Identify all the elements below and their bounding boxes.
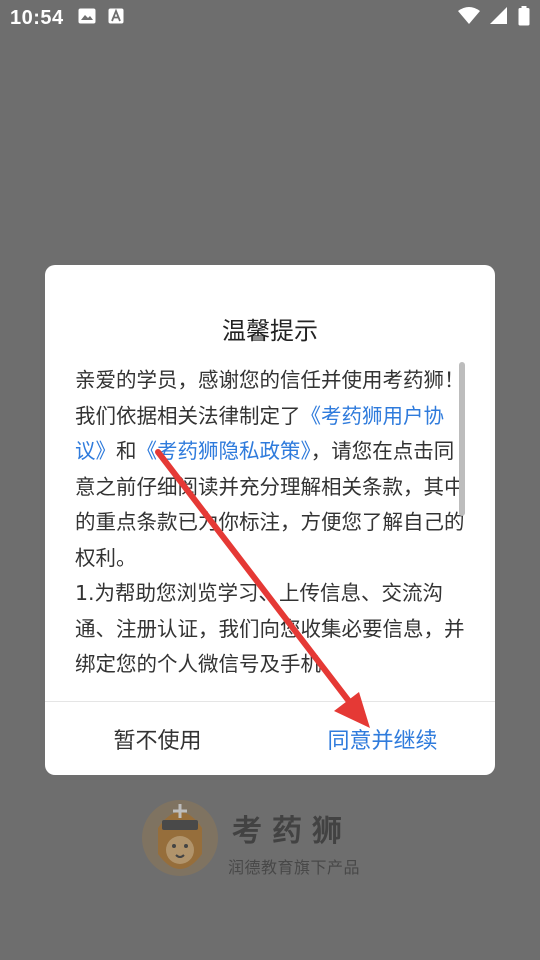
agree-continue-button[interactable]: 同意并继续 xyxy=(270,702,495,775)
a-icon xyxy=(108,8,124,28)
status-time: 10:54 xyxy=(10,6,64,29)
battery-icon xyxy=(518,6,530,30)
privacy-policy-link[interactable]: 《考药狮隐私政策》 xyxy=(137,439,311,463)
dialog-paragraph-item-1: 1.为帮助您浏览学习、上传信息、交流沟通、注册认证，我们向您收集必要信息，并绑定… xyxy=(75,581,465,676)
privacy-dialog: 温馨提示 亲爱的学员，感谢您的信任并使用考药狮！我们依据相关法律制定了《考药狮用… xyxy=(45,265,495,775)
dialog-paragraph-intro: 亲爱的学员，感谢您的信任并使用考药狮！我们依据相关法律制定了《考药狮用户协议》和… xyxy=(75,363,465,576)
and-text: 和 xyxy=(116,439,137,463)
splash-subtitle: 润德教育旗下产品 xyxy=(228,858,361,877)
splash-branding: 考药狮 润德教育旗下产品 xyxy=(140,798,420,888)
status-bar: 10:54 xyxy=(0,0,540,36)
dialog-title: 温馨提示 xyxy=(222,317,318,345)
lion-logo-icon xyxy=(140,798,220,882)
dialog-scrollbar[interactable] xyxy=(459,362,465,516)
image-icon xyxy=(78,8,96,28)
wifi-icon xyxy=(458,7,480,29)
splash-app-name: 考药狮 xyxy=(232,814,352,849)
decline-button[interactable]: 暂不使用 xyxy=(45,702,270,775)
dialog-body[interactable]: 亲爱的学员，感谢您的信任并使用考药狮！我们依据相关法律制定了《考药狮用户协议》和… xyxy=(75,363,465,687)
signal-icon xyxy=(490,7,508,29)
